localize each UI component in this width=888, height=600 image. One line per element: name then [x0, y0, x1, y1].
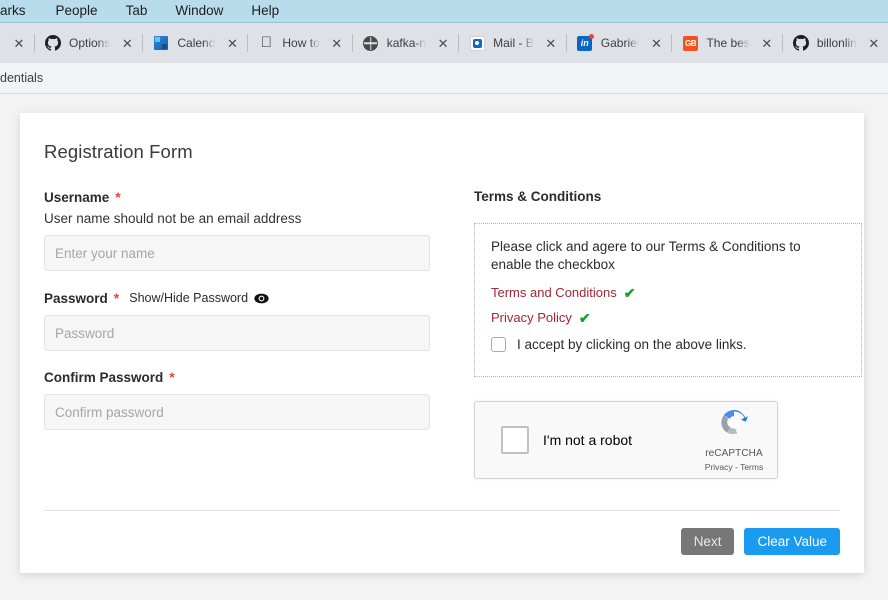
terms-intro-text: Please click and agere to our Terms & Co…: [491, 238, 843, 274]
tab-close-icon[interactable]: ✕: [328, 34, 346, 52]
privacy-policy-link-label: Privacy Policy: [491, 310, 572, 325]
menu-item-bookmarks[interactable]: arks: [0, 0, 42, 22]
browser-tab-options[interactable]: Options ✕: [37, 26, 140, 60]
browser-tab-mail[interactable]: Mail - B ✕: [461, 26, 564, 60]
tab-close-icon[interactable]: ✕: [758, 34, 776, 52]
username-hint: User name should not be an email address: [44, 211, 458, 226]
page-title: Registration Form: [44, 141, 840, 163]
accept-terms-label: I accept by clicking on the above links.: [517, 337, 747, 352]
tab-divider: [782, 34, 783, 52]
tab-close-icon[interactable]: ✕: [118, 34, 136, 52]
next-button[interactable]: Next: [681, 528, 735, 555]
show-hide-password-toggle[interactable]: Show/Hide Password: [129, 291, 269, 305]
github-icon: [793, 35, 809, 51]
recaptcha-checkbox[interactable]: [501, 426, 529, 454]
tab-close-icon[interactable]: ✕: [434, 34, 452, 52]
browser-tab-kafka[interactable]: kafka-n ✕: [355, 26, 456, 60]
tab-divider: [566, 34, 567, 52]
recaptcha-branding: reCAPTCHA Privacy - Terms: [697, 408, 777, 472]
required-asterisk: *: [169, 369, 174, 385]
footer-divider: [44, 510, 840, 511]
menu-item-window[interactable]: Window: [161, 0, 237, 22]
form-right-column: Terms & Conditions Please click and ager…: [474, 189, 866, 479]
required-asterisk: *: [115, 189, 120, 205]
tab-close-icon[interactable]: ✕: [542, 34, 560, 52]
menu-item-tab[interactable]: Tab: [112, 0, 162, 22]
username-field-group: Username * User name should not be an em…: [44, 189, 458, 271]
tab-title: Calend: [177, 36, 215, 50]
check-icon: ✔: [624, 286, 636, 300]
username-label: Username: [44, 190, 109, 205]
password-field-group: Password * Show/Hide Password: [44, 290, 458, 351]
outlook-calendar-icon: [153, 35, 169, 51]
browser-tab-howto[interactable]:  How to ✕: [250, 26, 349, 60]
outlook-mail-icon: [469, 35, 485, 51]
apple-icon: : [258, 35, 274, 51]
linkedin-icon: in: [577, 35, 593, 51]
tab-title: Mail - B: [493, 36, 534, 50]
gb-icon: GB: [682, 35, 698, 51]
password-label: Password: [44, 291, 108, 306]
tab-title: billonlin: [817, 36, 857, 50]
browser-tab-thebest[interactable]: GB The bes ✕: [674, 26, 779, 60]
confirm-password-label: Confirm Password: [44, 370, 163, 385]
tab-close-icon[interactable]: ✕: [223, 34, 241, 52]
tab-title: Options: [69, 36, 110, 50]
show-hide-password-label: Show/Hide Password: [129, 291, 248, 305]
browser-tab-billonline[interactable]: billonlin ✕: [785, 26, 887, 60]
tab-divider: [142, 34, 143, 52]
bookmark-item[interactable]: dentials: [0, 71, 43, 85]
username-input[interactable]: [44, 235, 430, 271]
username-label-row: Username *: [44, 189, 458, 205]
browser-tab-strip: ✕ Options ✕ Calend ✕  How to ✕ kafka-n …: [0, 23, 888, 63]
tab-title: The bes: [706, 36, 749, 50]
terms-and-conditions-link-label: Terms and Conditions: [491, 285, 617, 300]
form-columns: Username * User name should not be an em…: [44, 189, 840, 479]
privacy-policy-link[interactable]: Privacy Policy ✔: [491, 310, 845, 325]
clear-value-button[interactable]: Clear Value: [744, 528, 840, 555]
bookmarks-bar: dentials: [0, 63, 888, 94]
check-icon: ✔: [579, 311, 591, 325]
tab-divider: [352, 34, 353, 52]
recaptcha-logo-icon: [717, 408, 751, 442]
accept-terms-row[interactable]: I accept by clicking on the above links.: [491, 337, 845, 352]
macos-menu-bar: arks People Tab Window Help: [0, 0, 888, 23]
menu-item-help[interactable]: Help: [237, 0, 293, 22]
globe-icon: [363, 35, 379, 51]
accept-terms-checkbox[interactable]: [491, 337, 506, 352]
terms-and-conditions-link[interactable]: Terms and Conditions ✔: [491, 285, 845, 300]
password-input[interactable]: [44, 315, 430, 351]
form-actions: Next Clear Value: [681, 528, 840, 555]
tab-divider: [247, 34, 248, 52]
password-label-row: Password * Show/Hide Password: [44, 290, 458, 306]
registration-card: Registration Form Username * User name s…: [20, 113, 864, 573]
terms-section-title: Terms & Conditions: [474, 189, 866, 204]
tab-close-icon[interactable]: ✕: [647, 34, 665, 52]
tab-title: kafka-n: [387, 36, 426, 50]
browser-tab-calendar[interactable]: Calend ✕: [145, 26, 245, 60]
terms-conditions-box: Please click and agere to our Terms & Co…: [474, 223, 862, 377]
recaptcha-label: I'm not a robot: [543, 432, 697, 448]
recaptcha-terms-link[interactable]: Privacy - Terms: [697, 462, 771, 472]
tab-title: Gabriel: [601, 36, 640, 50]
confirm-password-input[interactable]: [44, 394, 430, 430]
form-left-column: Username * User name should not be an em…: [44, 189, 458, 479]
github-icon: [45, 35, 61, 51]
tab-close-icon[interactable]: ✕: [865, 34, 883, 52]
menu-item-people[interactable]: People: [42, 0, 112, 22]
required-asterisk: *: [114, 290, 119, 306]
tab-close-icon[interactable]: ✕: [10, 34, 28, 52]
confirm-password-field-group: Confirm Password *: [44, 369, 458, 430]
tab-divider: [671, 34, 672, 52]
recaptcha-brand-name: reCAPTCHA: [705, 448, 763, 459]
tab-divider: [458, 34, 459, 52]
browser-tab-gabriel[interactable]: in Gabriel ✕: [569, 26, 670, 60]
recaptcha-widget[interactable]: I'm not a robot reCAPTCHA Privacy - Term…: [474, 401, 778, 479]
tab-title: How to: [282, 36, 319, 50]
browser-tab[interactable]: ✕: [0, 26, 32, 60]
page-content: Registration Form Username * User name s…: [0, 94, 888, 600]
eye-icon[interactable]: [254, 293, 269, 304]
tab-divider: [34, 34, 35, 52]
confirm-password-label-row: Confirm Password *: [44, 369, 458, 385]
